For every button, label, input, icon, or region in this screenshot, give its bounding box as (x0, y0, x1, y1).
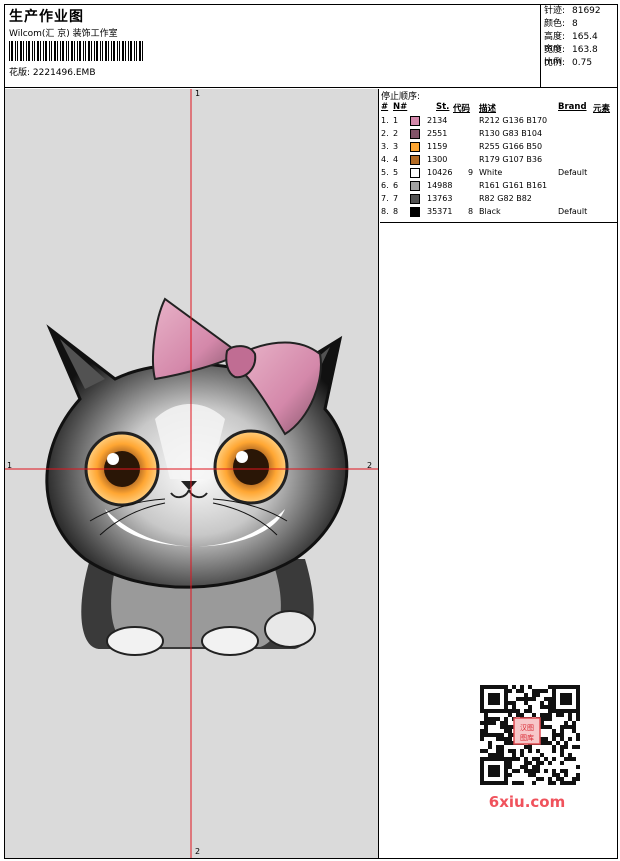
table-row: 5. 5 10426 9 White Default (380, 167, 618, 180)
row-brand: Default (558, 168, 588, 177)
row-n: 6 (393, 181, 399, 190)
col-header-n: N# (393, 102, 408, 112)
row-n: 2 (393, 129, 399, 138)
barcode (9, 41, 143, 61)
row-n: 5 (393, 168, 399, 177)
seal-text-2: 图库 (520, 733, 534, 742)
table-row: 1. 1 2134 R212 G136 B170 (380, 115, 618, 128)
row-stitches: 2551 (427, 129, 448, 138)
color-swatch (410, 181, 420, 191)
table-row: 4. 4 1300 R179 G107 B36 (380, 154, 618, 167)
color-swatch (410, 142, 420, 152)
row-desc: Black (479, 207, 501, 216)
row-index: 4. (381, 155, 389, 164)
site-text: 6xiu.com (489, 793, 565, 810)
table-row: 2. 2 2551 R130 G83 B104 (380, 128, 618, 141)
axis-left-label: 1 (7, 461, 13, 470)
seal-text-1: 汉图 (520, 724, 534, 732)
row-desc: R212 G136 B170 (479, 116, 548, 125)
row-index: 3. (381, 142, 389, 151)
stat-width: 宽度: 163.8 mm (544, 45, 598, 67)
row-desc: R179 G107 B36 (479, 155, 543, 164)
embroidery-preview (5, 89, 378, 858)
row-index: 6. (381, 181, 389, 190)
table-row: 6. 6 14988 R161 G161 B161 (380, 180, 618, 193)
axis-right-label: 2 (367, 461, 373, 470)
header-block: 生产作业图 Wilcom(汇 京) 装饰工作室 花版: 2221496.EMB (4, 4, 541, 88)
row-index: 7. (381, 194, 389, 203)
design-canvas[interactable]: 1 2 1 2 (5, 89, 379, 858)
row-index: 1. (381, 116, 389, 125)
row-stitches: 14988 (427, 181, 453, 190)
row-stitches: 1159 (427, 142, 448, 151)
color-swatch (410, 155, 420, 165)
row-stitches: 35371 (427, 207, 453, 216)
color-swatch (410, 207, 420, 217)
row-desc: R130 G83 B104 (479, 129, 543, 138)
col-header-brand: Brand (558, 102, 587, 112)
row-stitches: 13763 (427, 194, 453, 203)
col-header-code: 代码 (453, 104, 471, 114)
row-desc: R161 G161 B161 (479, 181, 548, 190)
color-swatch (410, 129, 420, 139)
row-code: 9 (468, 168, 474, 177)
row-index: 8. (381, 207, 389, 216)
color-swatch (410, 116, 420, 126)
kitten-illustration (45, 297, 349, 656)
col-header-stitches: St. (436, 102, 450, 112)
qr-code-icon: 汉图 图库 6xiu.com (480, 685, 580, 811)
row-index: 2. (381, 129, 389, 138)
stat-height: 高度: 165.4 mm (544, 32, 598, 54)
design-label: 花版: (9, 68, 31, 78)
row-desc: White (479, 168, 503, 177)
row-stitches: 1300 (427, 155, 448, 164)
table-row: 3. 3 1159 R255 G166 B50 (380, 141, 618, 154)
axis-top-label: 1 (195, 89, 201, 98)
stats-block: 针迹: 81692 颜色: 8 高度: 165.4 mm 宽度: 163.8 mm 比例… (541, 4, 618, 88)
stat-colors: 颜色: 8 (544, 19, 578, 29)
row-brand: Default (558, 207, 588, 216)
row-n: 8 (393, 207, 399, 216)
row-code: 8 (468, 207, 474, 216)
page-title: 生产作业图 (9, 9, 84, 25)
color-swatch (410, 194, 420, 204)
stat-stitches: 针迹: 81692 (544, 6, 601, 16)
col-header-element: 元素 (593, 104, 611, 114)
row-n: 7 (393, 194, 399, 203)
row-stitches: 2134 (427, 116, 448, 125)
table-row: 7. 7 13763 R82 G82 B82 (380, 193, 618, 206)
axis-bottom-label: 2 (195, 847, 201, 856)
watermark: 汉图 图库 6xiu.com (470, 680, 585, 811)
row-index: 5. (381, 168, 389, 177)
stop-sequence-title: 停止顺序: (381, 92, 421, 102)
design-file: 2221496.EMB (32, 68, 96, 78)
row-stitches: 10426 (427, 168, 453, 177)
row-desc: R82 G82 B82 (479, 194, 532, 203)
design-file-row: 花版: 2221496.EMB (9, 65, 96, 78)
table-row: 8. 8 35371 8 Black Default (380, 206, 618, 219)
row-n: 3 (393, 142, 399, 151)
row-n: 1 (393, 116, 399, 125)
col-header-desc: 描述 (479, 104, 497, 114)
stat-scale: 比例: 0.75 (544, 58, 593, 68)
company-name: Wilcom(汇 京) 装饰工作室 (9, 29, 118, 39)
stop-sequence-panel: 停止顺序: # N# St. 代码 描述 Brand 元素 1. 1 2134 R21… (380, 89, 618, 223)
color-swatch (410, 168, 420, 178)
row-desc: R255 G166 B50 (479, 142, 543, 151)
row-n: 4 (393, 155, 399, 164)
col-header-index: # (381, 102, 389, 112)
